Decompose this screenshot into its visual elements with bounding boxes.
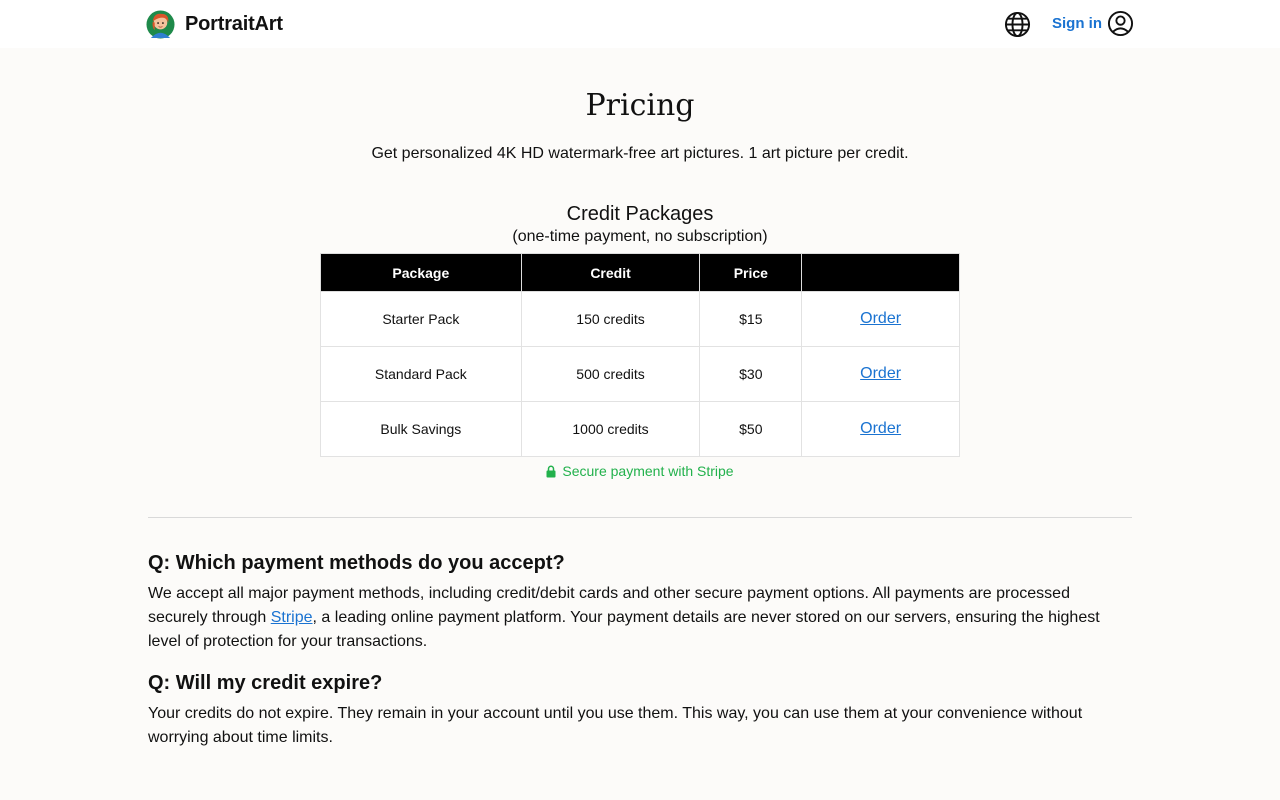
faq-question: Q: Will my credit expire? <box>148 672 383 694</box>
column-header-action <box>801 253 960 292</box>
package-credit: 1000 credits <box>520 401 701 457</box>
order-link-starter[interactable]: Order <box>860 310 901 327</box>
table-header-row: Package Credit Price <box>320 253 960 292</box>
table-row: Bulk Savings 1000 credits $50 Order <box>320 401 960 457</box>
user-circle-icon[interactable] <box>1107 10 1134 37</box>
faq-answer: Your credits do not expire. They remain … <box>148 705 1083 746</box>
packages-subtitle: (one-time payment, no subscription) <box>512 228 768 245</box>
secure-payment-note: Secure payment with Stripe <box>0 463 1280 479</box>
stripe-link[interactable]: Stripe <box>271 609 313 626</box>
page-title: Pricing <box>585 88 695 123</box>
column-header-price: Price <box>699 253 803 292</box>
table-row: Starter Pack 150 credits $15 Order <box>320 291 960 347</box>
package-price: $30 <box>699 346 803 402</box>
pricing-table: Package Credit Price Starter Pack 150 cr… <box>320 253 960 457</box>
order-link-bulk[interactable]: Order <box>860 420 901 437</box>
package-name: Starter Pack <box>320 291 522 347</box>
top-navbar: PortraitArt Sign in <box>0 0 1280 48</box>
lock-icon <box>546 465 556 477</box>
table-row: Standard Pack 500 credits $30 Order <box>320 346 960 402</box>
package-credit: 500 credits <box>520 346 701 402</box>
secure-payment-text: Secure payment with Stripe <box>562 463 734 479</box>
globe-icon[interactable] <box>1004 11 1031 38</box>
package-price: $50 <box>699 401 803 457</box>
column-header-credit: Credit <box>520 253 701 292</box>
package-price: $15 <box>699 291 803 347</box>
order-cell: Order <box>801 291 960 347</box>
portrait-logo-icon <box>146 9 175 39</box>
page-subtitle: Get personalized 4K HD watermark-free ar… <box>371 145 909 162</box>
packages-title: Credit Packages <box>566 203 714 225</box>
faq-question: Q: Which payment methods do you accept? <box>148 552 565 574</box>
faq-item-credit-expire: Q: Will my credit expire? Your credits d… <box>148 671 1132 750</box>
column-header-package: Package <box>320 253 522 292</box>
package-name: Standard Pack <box>320 346 522 402</box>
sign-in-link[interactable]: Sign in <box>1052 15 1102 32</box>
order-cell: Order <box>801 401 960 457</box>
order-link-standard[interactable]: Order <box>860 365 901 382</box>
faq-item-payment-methods: Q: Which payment methods do you accept? … <box>148 551 1132 654</box>
faq-answer: We accept all major payment methods, inc… <box>148 582 1132 654</box>
brand[interactable]: PortraitArt <box>146 9 283 39</box>
package-name: Bulk Savings <box>320 401 522 457</box>
order-cell: Order <box>801 346 960 402</box>
package-credit: 150 credits <box>520 291 701 347</box>
section-divider <box>148 517 1132 518</box>
brand-name: PortraitArt <box>185 12 283 35</box>
